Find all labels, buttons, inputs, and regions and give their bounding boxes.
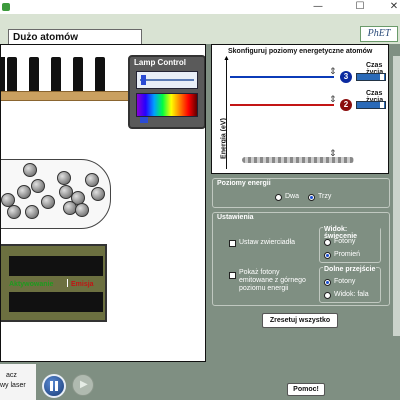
emission-label: Emisja — [71, 281, 94, 288]
energy-panel-title: Skonfiguruj poziomy energetyczne atomów — [228, 48, 373, 55]
drag-arrows-icon[interactable]: ⇕ — [329, 95, 337, 105]
laser-label-2: wy laser — [0, 382, 26, 389]
step-icon: ▶ — [80, 379, 88, 390]
atom — [23, 163, 37, 177]
display-divider — [67, 279, 68, 287]
lifetime-slider-2[interactable] — [356, 101, 386, 109]
pause-icon — [50, 381, 53, 391]
atom — [7, 205, 21, 219]
gain-display: Aktywowanie Emisja — [1, 244, 107, 322]
reset-all-button[interactable]: Zresetuj wszystko — [262, 313, 338, 328]
activation-label: Aktywowanie — [9, 281, 54, 288]
lower-transition-title: Dolne przejście — [323, 266, 377, 273]
show-photons-label-3: poziomu energii — [239, 285, 289, 292]
atom — [17, 185, 31, 199]
lamp-0 — [1, 57, 5, 91]
wavelength-knob[interactable] — [140, 117, 148, 123]
drag-arrows-icon[interactable]: ⇕ — [329, 67, 337, 77]
radio-two-levels[interactable] — [275, 194, 282, 201]
maximize-icon[interactable]: ☐ — [350, 0, 370, 14]
mirrors-label: Ustaw zwierciadła — [239, 239, 296, 246]
atom — [85, 173, 99, 187]
laser-label-1: acz — [6, 372, 17, 379]
energy-level-2[interactable] — [230, 104, 334, 106]
simulation-canvas: Lamp Control Aktywowanie Emisja — [0, 44, 206, 362]
energy-axis-label: Energia (eV) — [220, 118, 228, 159]
phet-logo: PhET — [360, 26, 398, 42]
laser-toggle-panel[interactable]: acz wy laser — [0, 364, 36, 400]
lamp-control-panel: Lamp Control — [128, 55, 205, 129]
transition-photons-label: Fotony — [334, 278, 356, 285]
tab-many-atoms[interactable]: Dużo atomów (aktywowanie) — [8, 29, 142, 58]
minimize-icon[interactable]: — — [308, 0, 328, 14]
radio-transition-wave[interactable] — [324, 292, 331, 299]
show-photons-checkbox[interactable] — [229, 272, 236, 279]
settings-title: Ustawienia — [217, 214, 254, 221]
lamp-intensity-slider[interactable] — [136, 71, 198, 89]
pause-icon-bar — [55, 381, 58, 391]
mirrors-checkbox[interactable] — [229, 240, 236, 247]
wavelength-spectrum[interactable] — [136, 93, 198, 117]
lamp-control-title: Lamp Control — [134, 58, 186, 67]
settings-group: Ustawienia Ustaw zwierciadła Pokaż foton… — [212, 212, 390, 306]
close-icon[interactable]: ✕ — [384, 0, 400, 14]
radio-glow-beam[interactable] — [324, 252, 331, 259]
display-screen-bottom — [9, 292, 103, 312]
atom — [57, 171, 71, 185]
three-levels-label: Trzy — [318, 193, 332, 200]
lifetime-slider-3[interactable] — [356, 73, 386, 81]
glow-photons-label: Fotony — [334, 238, 356, 245]
atom — [75, 203, 89, 217]
atom — [25, 205, 39, 219]
energy-level-3[interactable] — [230, 76, 334, 78]
atom — [41, 195, 55, 209]
ground-level-atoms — [242, 157, 354, 163]
radio-transition-photons[interactable] — [324, 279, 331, 286]
atom — [31, 179, 45, 193]
step-button[interactable]: ▶ — [72, 374, 94, 396]
energy-levels-group: Poziomy energii Dwa Trzy — [212, 178, 390, 208]
glow-beam-label: Promień — [334, 251, 361, 258]
two-levels-label: Dwa — [285, 193, 300, 200]
show-photons-label-2: emitowane z górnego — [239, 277, 306, 284]
display-screen-top — [9, 256, 103, 276]
energy-levels-title: Poziomy energii — [217, 180, 271, 187]
lower-transition-group: Dolne przejście Fotony Widok: fala — [319, 266, 381, 303]
radio-glow-photons[interactable] — [324, 239, 331, 246]
green-sim-icon — [2, 3, 10, 11]
level-2-badge: 2 — [340, 99, 352, 111]
energy-levels-panel: Skonfiguruj poziomy energetyczne atomów … — [211, 44, 389, 174]
transition-wave-label: Widok: fala — [334, 291, 369, 298]
slider-thumb[interactable] — [141, 75, 146, 85]
view-glow-group: Widok: świecenie Fotony Promień — [319, 226, 381, 263]
show-photons-label-1: Pokaż fotony — [239, 269, 280, 276]
level-3-badge: 3 — [340, 71, 352, 83]
window-titlebar: — ☐ ✕ — [0, 0, 400, 14]
atom — [91, 187, 105, 201]
help-button[interactable]: Pomoc! — [287, 383, 325, 396]
radio-three-levels[interactable] — [308, 194, 315, 201]
axis-arrow-icon: ▲ — [223, 55, 230, 62]
pause-button[interactable] — [42, 374, 66, 398]
scrollbar[interactable] — [393, 56, 400, 336]
